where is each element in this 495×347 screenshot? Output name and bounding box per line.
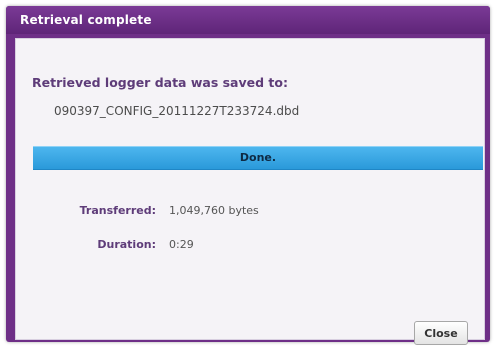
- duration-label: Duration:: [97, 238, 156, 251]
- transferred-label: Transferred:: [79, 204, 156, 217]
- dialog-title: Retrieval complete: [20, 13, 152, 27]
- saved-to-label: Retrieved logger data was saved to:: [32, 75, 288, 90]
- dialog-content: Retrieved logger data was saved to: 0903…: [15, 38, 485, 345]
- transferred-value: 1,049,760 bytes: [169, 204, 259, 217]
- retrieval-dialog: Retrieval complete Retrieved logger data…: [6, 6, 490, 345]
- progress-status: Done.: [239, 151, 277, 164]
- file-name: 090397_CONFIG_20111227T233724.dbd: [54, 104, 300, 118]
- close-button[interactable]: Close: [414, 321, 468, 345]
- duration-value: 0:29: [169, 238, 194, 251]
- dialog-title-bar[interactable]: Retrieval complete: [6, 6, 490, 34]
- progress-bar: Done.: [33, 146, 483, 170]
